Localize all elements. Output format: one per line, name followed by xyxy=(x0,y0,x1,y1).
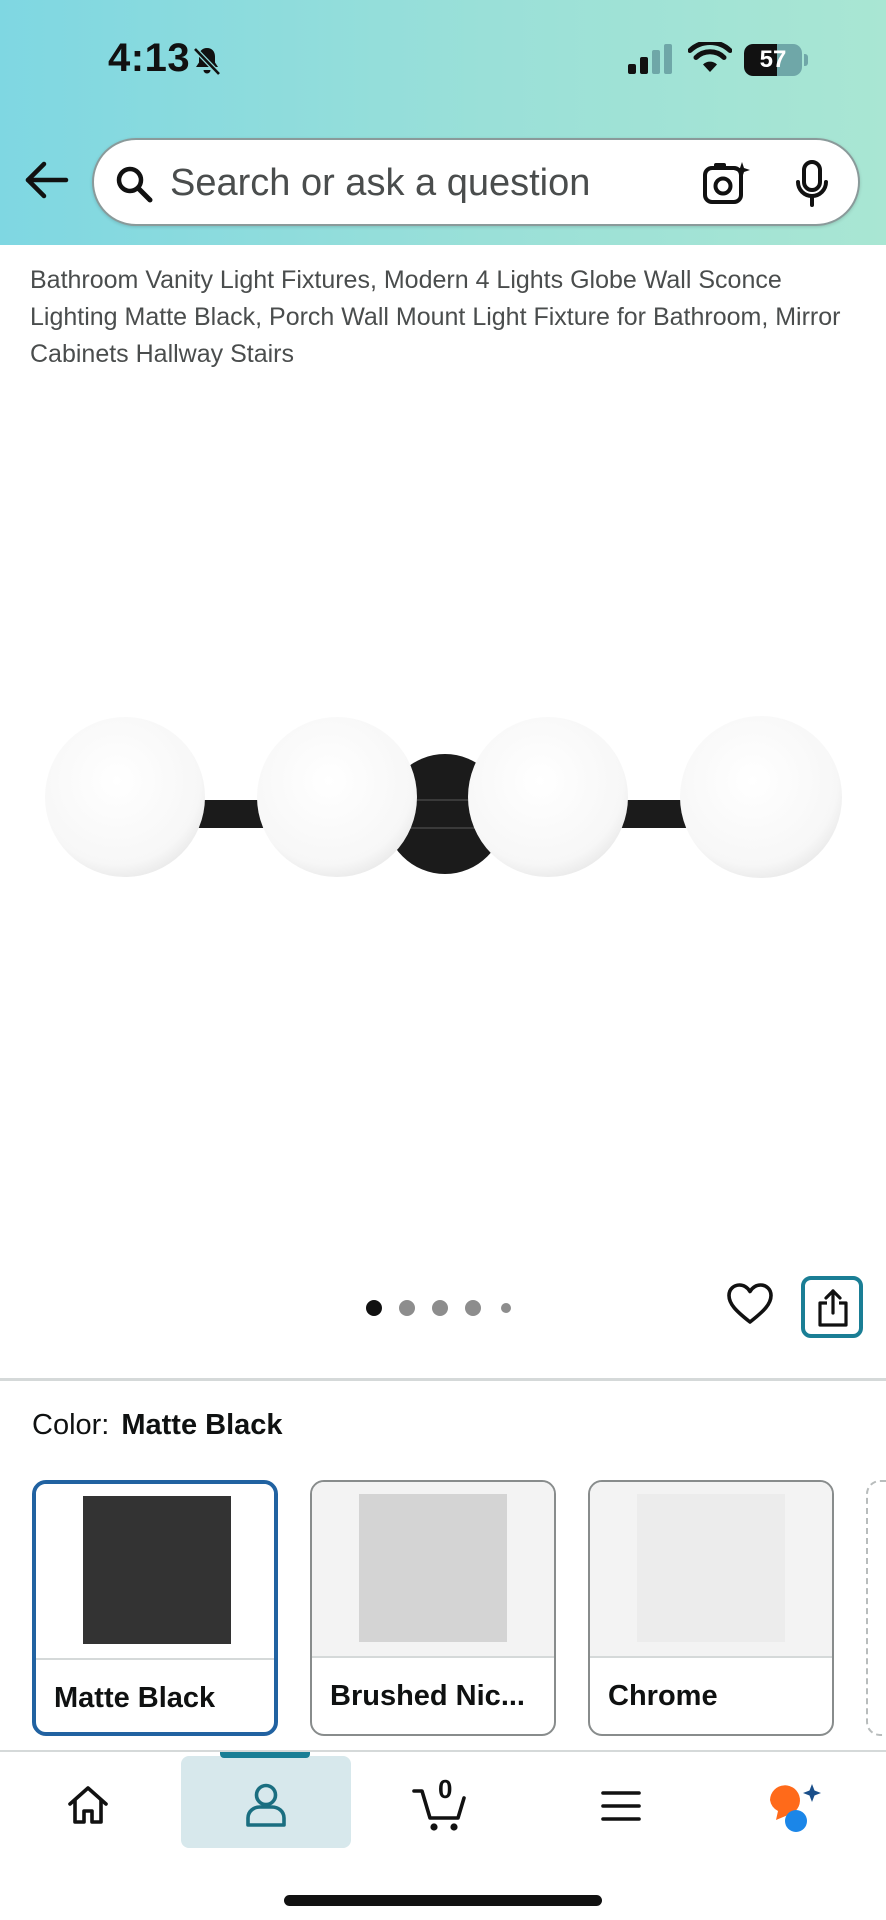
image-pager[interactable] xyxy=(366,1297,526,1319)
pager-dot[interactable] xyxy=(432,1300,448,1316)
microphone-icon[interactable] xyxy=(794,160,830,208)
cart-count-badge: 0 xyxy=(438,1774,453,1804)
hamburger-menu-icon[interactable] xyxy=(600,1788,642,1824)
rufus-assistant-icon[interactable] xyxy=(766,1782,824,1832)
home-indicator[interactable] xyxy=(284,1895,602,1906)
color-option-label: Chrome xyxy=(608,1680,718,1712)
battery-icon: 57 xyxy=(744,44,808,76)
share-button[interactable] xyxy=(801,1276,863,1338)
pager-dot[interactable] xyxy=(399,1300,415,1316)
wifi-icon xyxy=(688,42,732,72)
color-option-chrome[interactable]: Chrome xyxy=(588,1480,834,1736)
cellular-signal-icon xyxy=(628,44,672,74)
color-option-label: Matte Black xyxy=(54,1682,216,1714)
back-arrow-icon[interactable] xyxy=(22,160,70,200)
search-icon xyxy=(116,166,153,203)
color-option-brushed-nickel[interactable]: Brushed Nic... xyxy=(310,1480,556,1736)
color-option-matte-black[interactable]: Matte Black xyxy=(32,1480,278,1736)
color-option-label: Brushed Nic... xyxy=(330,1680,525,1712)
product-image[interactable] xyxy=(30,690,860,910)
bottom-nav: 0 xyxy=(0,1750,886,1920)
home-icon[interactable] xyxy=(66,1784,110,1826)
section-divider xyxy=(0,1378,886,1381)
selected-color-value: Matte Black xyxy=(121,1409,283,1441)
color-option-more[interactable] xyxy=(866,1480,886,1736)
app-header: 4:13 57 xyxy=(0,0,886,245)
product-title[interactable]: Bathroom Vanity Light Fixtures, Modern 4… xyxy=(30,262,860,373)
swatch-image xyxy=(359,1494,507,1642)
color-heading: Color: Matte Black xyxy=(32,1409,283,1442)
pager-dot[interactable] xyxy=(501,1303,511,1313)
search-input[interactable] xyxy=(170,154,670,212)
battery-level: 57 xyxy=(759,46,787,73)
pager-dot[interactable] xyxy=(465,1300,481,1316)
share-icon xyxy=(818,1289,848,1327)
heart-icon[interactable] xyxy=(726,1282,774,1326)
color-label: Color: xyxy=(32,1409,110,1441)
bell-muted-icon xyxy=(193,47,221,76)
nav-active-indicator xyxy=(220,1752,310,1758)
search-bar[interactable] xyxy=(92,138,860,226)
swatch-image xyxy=(637,1494,785,1642)
status-time: 4:13 xyxy=(108,36,191,80)
swatch-image xyxy=(83,1496,231,1644)
person-icon[interactable] xyxy=(244,1782,288,1828)
camera-lens-icon[interactable] xyxy=(702,160,750,206)
pager-dot[interactable] xyxy=(366,1300,382,1316)
